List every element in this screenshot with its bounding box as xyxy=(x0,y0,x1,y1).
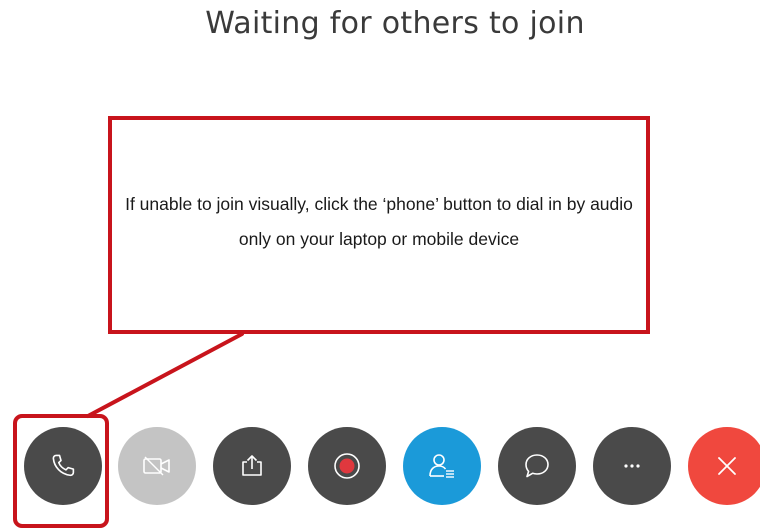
callout-text: If unable to join visually, click the ‘p… xyxy=(125,194,633,249)
phone-icon xyxy=(52,454,75,477)
more-options-button[interactable] xyxy=(593,427,671,505)
phone-button[interactable] xyxy=(24,427,102,505)
participants-button[interactable] xyxy=(403,427,481,505)
chat-bubble-icon xyxy=(525,454,549,478)
video-button[interactable] xyxy=(118,427,196,505)
record-icon xyxy=(334,453,360,479)
chat-button[interactable] xyxy=(498,427,576,505)
record-button[interactable] xyxy=(308,427,386,505)
video-camera-icon xyxy=(143,456,170,476)
share-screen-button[interactable] xyxy=(213,427,291,505)
share-screen-icon xyxy=(242,455,262,476)
more-options-icon xyxy=(624,464,640,468)
participants-icon xyxy=(429,454,454,478)
status-title: Waiting for others to join xyxy=(205,6,585,41)
instruction-callout: If unable to join visually, click the ‘p… xyxy=(108,116,650,334)
close-icon xyxy=(718,457,736,475)
leave-meeting-button[interactable] xyxy=(688,427,760,505)
meeting-waiting-screen: Waiting for others to join If unable to … xyxy=(0,0,760,531)
